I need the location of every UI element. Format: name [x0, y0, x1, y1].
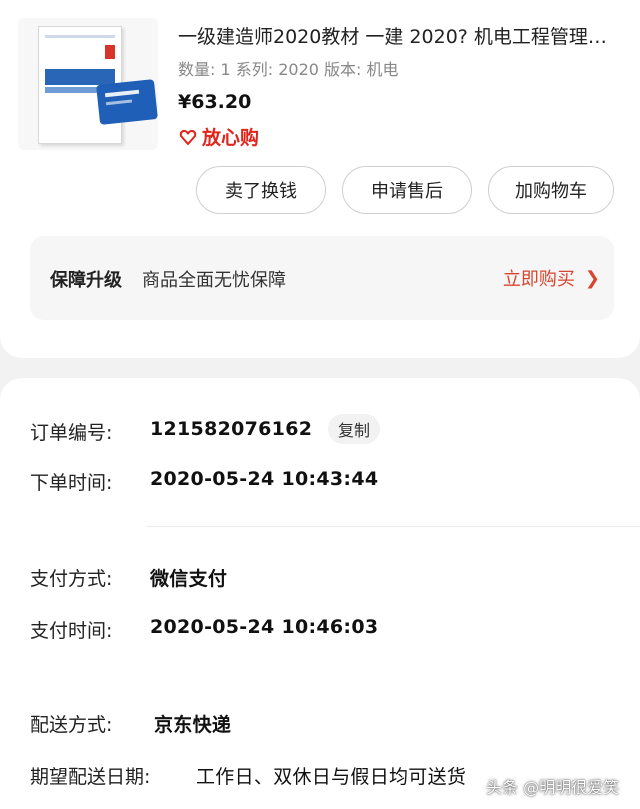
guarantee-label: 保障升级 [50, 270, 122, 291]
order-number: 121582076162 [150, 418, 313, 440]
payment-method: 微信支付 [150, 568, 228, 590]
guarantee-description: 商品全面无忧保障 [142, 270, 286, 291]
guarantee-upgrade-banner[interactable]: 保障升级 商品全面无忧保障 立即购买 ❯ [30, 236, 614, 320]
assurance-badge: 放心购 [178, 123, 259, 150]
course-card-image [96, 79, 158, 125]
buy-now-label: 立即购买 [502, 269, 575, 290]
expected-delivery-date: 工作日、双休日与假日均可送货 [196, 766, 467, 788]
product-price: ¥63.20 [178, 91, 252, 113]
product-thumbnail[interactable] [18, 18, 158, 150]
divider [146, 526, 640, 527]
add-cart-button[interactable]: 加购物车 [488, 166, 614, 214]
order-number-label: 订单编号: [30, 422, 113, 444]
payment-method-label: 支付方式: [30, 568, 113, 590]
assurance-label: 放心购 [202, 127, 260, 149]
product-meta: 数量: 1 系列: 2020 版本: 机电 [178, 60, 399, 79]
expected-date-label: 期望配送日期: [30, 766, 151, 788]
product-title[interactable]: 一级建造师2020教材 一建 2020? 机电工程管理与实务 [178, 22, 618, 49]
order-time: 2020-05-24 10:43:44 [150, 468, 379, 490]
delivery-method: 京东快递 [154, 714, 232, 736]
sell-button[interactable]: 卖了换钱 [196, 166, 326, 214]
payment-time: 2020-05-24 10:46:03 [150, 616, 379, 638]
heart-diamond-icon [179, 129, 197, 145]
delivery-method-label: 配送方式: [30, 714, 113, 736]
chevron-right-icon: ❯ [584, 267, 600, 289]
copy-button[interactable]: 复制 [328, 414, 381, 444]
payment-time-label: 支付时间: [30, 620, 113, 642]
watermark: 头条 @明明很爱笑 [486, 778, 620, 797]
order-time-label: 下单时间: [30, 472, 113, 494]
buy-now-link[interactable]: 立即购买 ❯ [503, 265, 600, 291]
product-card: 一级建造师2020教材 一建 2020? 机电工程管理与实务 数量: 1 系列:… [0, 0, 640, 358]
after-sale-button[interactable]: 申请售后 [342, 166, 472, 214]
